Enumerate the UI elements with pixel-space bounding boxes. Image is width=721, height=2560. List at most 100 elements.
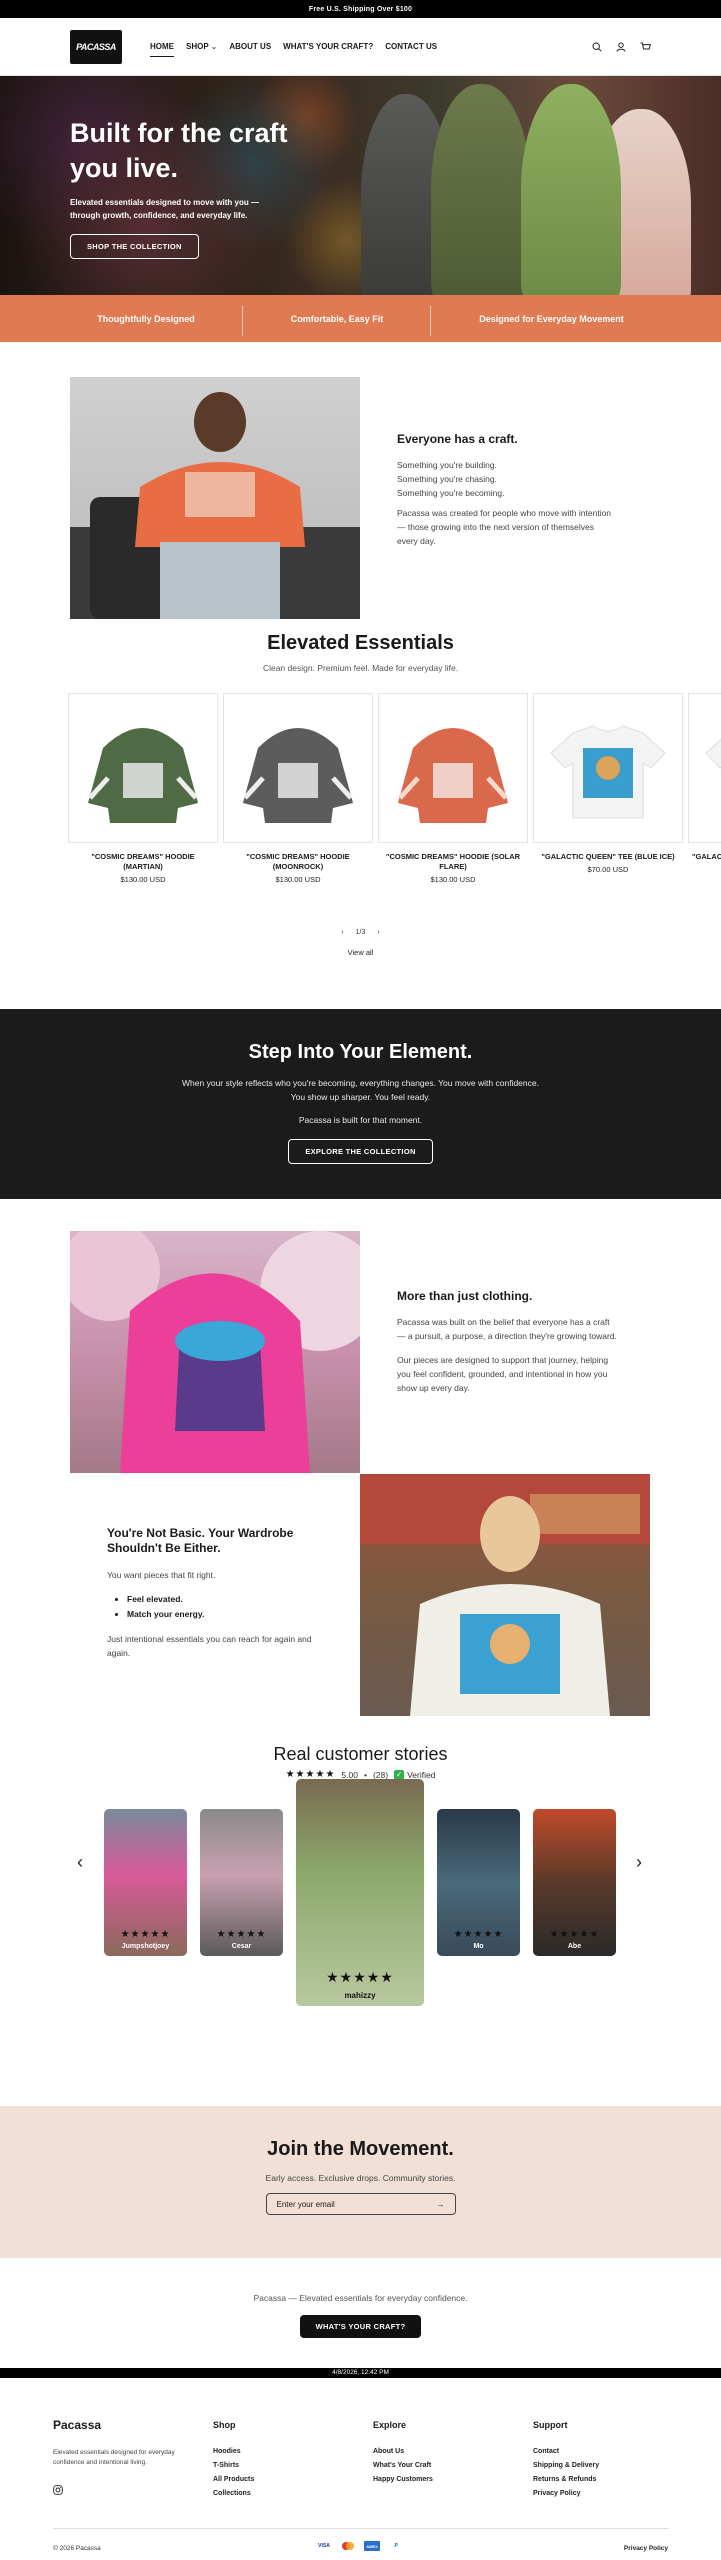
brand-logo[interactable]: PACASSA [70,29,122,64]
footer-divider [53,2528,668,2529]
product-card[interactable]: "GALAC [688,693,721,884]
footer-link[interactable]: Privacy Policy [533,2490,599,2497]
nav-whats-your-craft[interactable]: WHAT'S YOUR CRAFT? [283,40,373,53]
footer-link[interactable]: Returns & Refunds [533,2476,599,2483]
product-card[interactable]: "GALACTIC QUEEN" TEE (BLUE ICE) $70.00 U… [533,693,683,884]
nav-shop[interactable]: SHOP [186,40,209,53]
footer-col-explore: Explore About Us What's Your Craft Happy… [373,2420,433,2490]
email-placeholder[interactable]: Enter your email [277,2200,335,2209]
footer-link[interactable]: All Products [213,2476,254,2483]
basic-intro: You want pieces that fit right. [107,1570,216,1580]
product-price: $70.00 USD [587,865,629,874]
craft-section: Everyone has a craft. Something you're b… [0,342,721,632]
review-stars: ★★★★★ [453,1929,504,1940]
product-price: $130.00 USD [430,875,476,884]
account-icon[interactable] [615,41,627,53]
join-section: Join the Movement. Early access. Exclusi… [0,2106,721,2258]
more-text: More than just clothing. Pacassa was bui… [397,1289,617,1395]
reviewer-name: Cesar [231,1943,252,1950]
carousel-next-arrow[interactable]: › [636,1852,642,1873]
review-video-card-active[interactable]: ★★★★★ mahizzy [296,1779,424,2006]
product-image[interactable] [533,693,683,843]
model-figure [521,84,621,295]
check-icon: ✓ [394,1769,405,1780]
review-video-card[interactable]: ★★★★★ Cesar [200,1809,283,1956]
product-name[interactable]: "GALACTIC QUEEN" TEE (BLUE ICE) [533,852,683,862]
review-stars: ★★★★★ [120,1929,171,1940]
whats-your-craft-button[interactable]: WHAT'S YOUR CRAFT? [299,2315,422,2338]
basic-text: You're Not Basic. Your Wardrobe Shouldn'… [107,1526,327,1660]
product-name[interactable]: "GALAC [688,852,721,862]
product-image[interactable] [68,693,218,843]
cart-icon[interactable] [639,41,651,53]
review-stars: ★★★★★ [216,1929,267,1940]
verified-label: Verified [407,1769,436,1780]
element-title: Step Into Your Element. [248,1041,473,1063]
feature-item: Designed for Everyday Movement [479,313,624,324]
header-icons [591,41,651,53]
copyright: © 2026 Pacassa [53,2545,101,2552]
footer-col-title: Shop [213,2420,236,2430]
product-name[interactable]: "COSMIC DREAMS" HOODIE (MARTIAN) [68,852,218,872]
element-line: You show up sharper. You feel ready. [290,1092,431,1102]
page: Free U.S. Shipping Over $100 PACASSA HOM… [0,0,721,2560]
view-all-link[interactable]: View all [0,948,721,957]
privacy-policy-link[interactable]: Privacy Policy [624,2545,668,2552]
arrow-right-icon[interactable]: → [437,2200,445,2209]
nav-about-us[interactable]: ABOUT US [229,40,271,53]
product-name[interactable]: "COSMIC DREAMS" HOODIE (SOLAR FLARE) [378,852,528,872]
craft-image [70,377,360,619]
footer-link[interactable]: Hoodies [213,2448,254,2455]
product-card[interactable]: "COSMIC DREAMS" HOODIE (MARTIAN) $130.00… [68,693,218,884]
chevron-left-icon[interactable]: ‹ [341,929,343,936]
carousel-prev-arrow[interactable]: ‹ [77,1852,83,1873]
feature-bar: Thoughtfully Designed Comfortable, Easy … [0,295,721,342]
pager-count: 1/3 [355,929,366,936]
carousel-pager: ‹ 1/3 › [0,929,721,936]
review-video-card[interactable]: ★★★★★ Jumpshotjoey [104,1809,187,1956]
footer-link[interactable]: Shipping & Delivery [533,2462,599,2469]
review-video-card[interactable]: ★★★★★ Abe [533,1809,616,1956]
feature-item: Comfortable, Easy Fit [243,305,432,336]
product-carousel: "COSMIC DREAMS" HOODIE (MARTIAN) $130.00… [68,693,721,884]
footer-link[interactable]: What's Your Craft [373,2462,433,2469]
basic-title: You're Not Basic. Your Wardrobe Shouldn'… [107,1526,294,1555]
site-footer: Pacassa Elevated essentials designed for… [0,2378,721,2560]
nav-contact-us[interactable]: CONTACT US [385,40,437,53]
timestamp-bar: 4/8/2026, 12:42 PM [0,2368,721,2378]
shop-collection-button[interactable]: SHOP THE COLLECTION [70,234,199,259]
search-icon[interactable] [591,41,603,53]
footer-link[interactable]: T-Shirts [213,2462,254,2469]
element-line: Pacassa is built for that moment. [298,1115,423,1125]
more-title: More than just clothing. [397,1289,533,1303]
product-card[interactable]: "COSMIC DREAMS" HOODIE (SOLAR FLARE) $13… [378,693,528,884]
more-image [70,1231,360,1473]
reviewer-name: Jumpshotjoey [121,1943,170,1950]
footer-link[interactable]: Contact [533,2448,599,2455]
footer-link[interactable]: Happy Customers [373,2476,433,2483]
chevron-right-icon[interactable]: › [377,929,379,936]
chevron-down-icon: ⌄ [210,42,218,51]
footer-brand-desc: Elevated essentials designed for everyda… [53,2449,175,2466]
mastercard-icon [340,2541,356,2551]
join-title: Join the Movement. [267,2138,454,2160]
site-header: PACASSA HOME SHOP ⌄ ABOUT US WHAT'S YOUR… [0,18,721,76]
nav-home[interactable]: HOME [150,40,174,57]
payment-icons: VISA AMEX P [316,2541,404,2551]
email-field[interactable]: Enter your email → [265,2193,456,2215]
product-image[interactable] [223,693,373,843]
review-video-card[interactable]: ★★★★★ Mo [437,1809,520,1956]
product-name[interactable]: "COSMIC DREAMS" HOODIE (MOONROCK) [223,852,373,872]
reviewer-name: Abe [567,1943,582,1950]
footer-link[interactable]: Collections [213,2490,254,2497]
essentials-title: Elevated Essentials [267,632,454,654]
explore-collection-button[interactable]: EXPLORE THE COLLECTION [288,1139,433,1164]
reviews-title: Real customer stories [273,1744,448,1764]
instagram-icon[interactable] [53,2482,193,2500]
product-card[interactable]: "COSMIC DREAMS" HOODIE (MOONROCK) $130.0… [223,693,373,884]
footer-link[interactable]: About Us [373,2448,433,2455]
nav-shop-group[interactable]: SHOP ⌄ [186,40,217,53]
product-image[interactable] [688,693,721,843]
rating-dot: • [363,1769,367,1780]
product-image[interactable] [378,693,528,843]
